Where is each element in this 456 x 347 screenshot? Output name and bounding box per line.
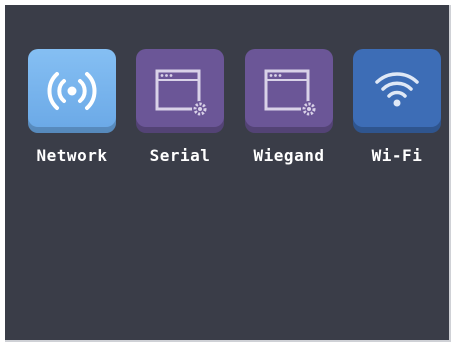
device-screen: Network Serial Wiegand Wi-Fi <box>5 5 451 342</box>
wifi-icon <box>375 72 419 107</box>
network-label: Network <box>36 146 108 165</box>
wifi-label: Wi-Fi <box>371 146 423 165</box>
window-settings-icon <box>155 69 208 117</box>
network-broadcast-icon <box>47 72 97 110</box>
wiegand-tile[interactable] <box>245 49 333 133</box>
serial-label: Serial <box>149 146 211 165</box>
serial-tile[interactable] <box>136 49 224 133</box>
wifi-tile[interactable] <box>353 49 441 133</box>
window-settings-icon <box>264 69 317 117</box>
network-tile[interactable] <box>28 49 116 133</box>
wiegand-label: Wiegand <box>253 146 325 165</box>
